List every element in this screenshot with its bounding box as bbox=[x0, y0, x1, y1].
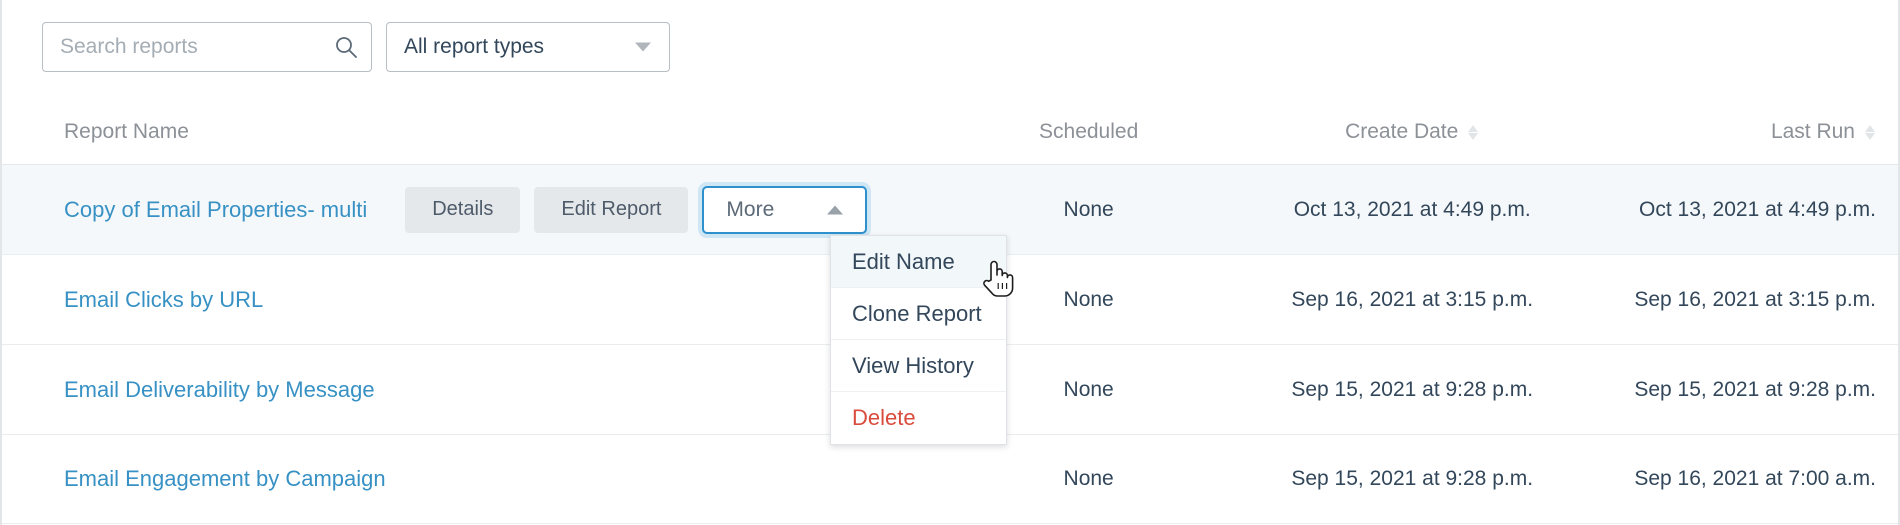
report-name-link[interactable]: Email Deliverability by Message bbox=[64, 377, 375, 403]
column-header-scheduled: Scheduled bbox=[946, 120, 1230, 144]
menu-item-delete[interactable]: Delete bbox=[831, 392, 1006, 444]
table-header-row: Report Name Scheduled Create Date Last R… bbox=[2, 100, 1898, 164]
cell-last-run: Oct 13, 2021 at 4:49 p.m. bbox=[1594, 198, 1898, 222]
cell-report-name: Email Clicks by URL bbox=[64, 287, 946, 313]
more-dropdown-menu: Edit Name Clone Report View History Dele… bbox=[830, 235, 1007, 445]
cell-last-run: Sep 16, 2021 at 7:00 a.m. bbox=[1594, 467, 1898, 491]
cell-create-date: Oct 13, 2021 at 4:49 p.m. bbox=[1231, 198, 1594, 222]
sort-diamond-icon[interactable] bbox=[1468, 125, 1479, 140]
cell-create-date: Sep 15, 2021 at 9:28 p.m. bbox=[1231, 467, 1594, 491]
cell-scheduled: None bbox=[946, 467, 1230, 491]
cell-scheduled: None bbox=[946, 198, 1230, 222]
table-row[interactable]: Email Engagement by Campaign None Sep 15… bbox=[2, 434, 1898, 524]
menu-item-view-history[interactable]: View History bbox=[831, 340, 1006, 392]
more-button-label: More bbox=[726, 198, 774, 221]
column-header-report-name: Report Name bbox=[64, 120, 946, 144]
chevron-down-icon bbox=[635, 43, 651, 52]
chevron-up-icon bbox=[827, 205, 843, 214]
column-header-last-run[interactable]: Last Run bbox=[1594, 120, 1898, 144]
cell-create-date: Sep 16, 2021 at 3:15 p.m. bbox=[1231, 288, 1594, 312]
cell-last-run: Sep 16, 2021 at 3:15 p.m. bbox=[1594, 288, 1898, 312]
search-input[interactable] bbox=[43, 23, 371, 71]
cell-report-name: Email Deliverability by Message bbox=[64, 377, 946, 403]
menu-item-edit-name[interactable]: Edit Name bbox=[831, 236, 1006, 288]
row-actions: Details Edit Report More bbox=[405, 186, 867, 234]
report-name-link[interactable]: Copy of Email Properties- multi bbox=[64, 197, 367, 223]
more-button[interactable]: More bbox=[702, 186, 867, 234]
cell-report-name: Email Engagement by Campaign bbox=[64, 466, 946, 492]
edit-report-button[interactable]: Edit Report bbox=[534, 187, 688, 233]
column-header-create-date[interactable]: Create Date bbox=[1231, 120, 1594, 144]
cell-report-name: Copy of Email Properties- multi Details … bbox=[64, 186, 946, 234]
report-type-select[interactable]: All report types bbox=[386, 22, 670, 72]
report-name-link[interactable]: Email Clicks by URL bbox=[64, 287, 263, 313]
cell-create-date: Sep 15, 2021 at 9:28 p.m. bbox=[1231, 378, 1594, 402]
search-input-wrapper[interactable] bbox=[42, 22, 372, 72]
reports-list-page: All report types Report Name Scheduled C… bbox=[0, 0, 1900, 525]
sort-diamond-icon[interactable] bbox=[1865, 125, 1876, 140]
menu-item-clone-report[interactable]: Clone Report bbox=[831, 288, 1006, 340]
cell-last-run: Sep 15, 2021 at 9:28 p.m. bbox=[1594, 378, 1898, 402]
report-type-selected-label: All report types bbox=[387, 35, 544, 59]
report-name-link[interactable]: Email Engagement by Campaign bbox=[64, 466, 386, 492]
toolbar: All report types bbox=[42, 22, 670, 72]
details-button[interactable]: Details bbox=[405, 187, 520, 233]
